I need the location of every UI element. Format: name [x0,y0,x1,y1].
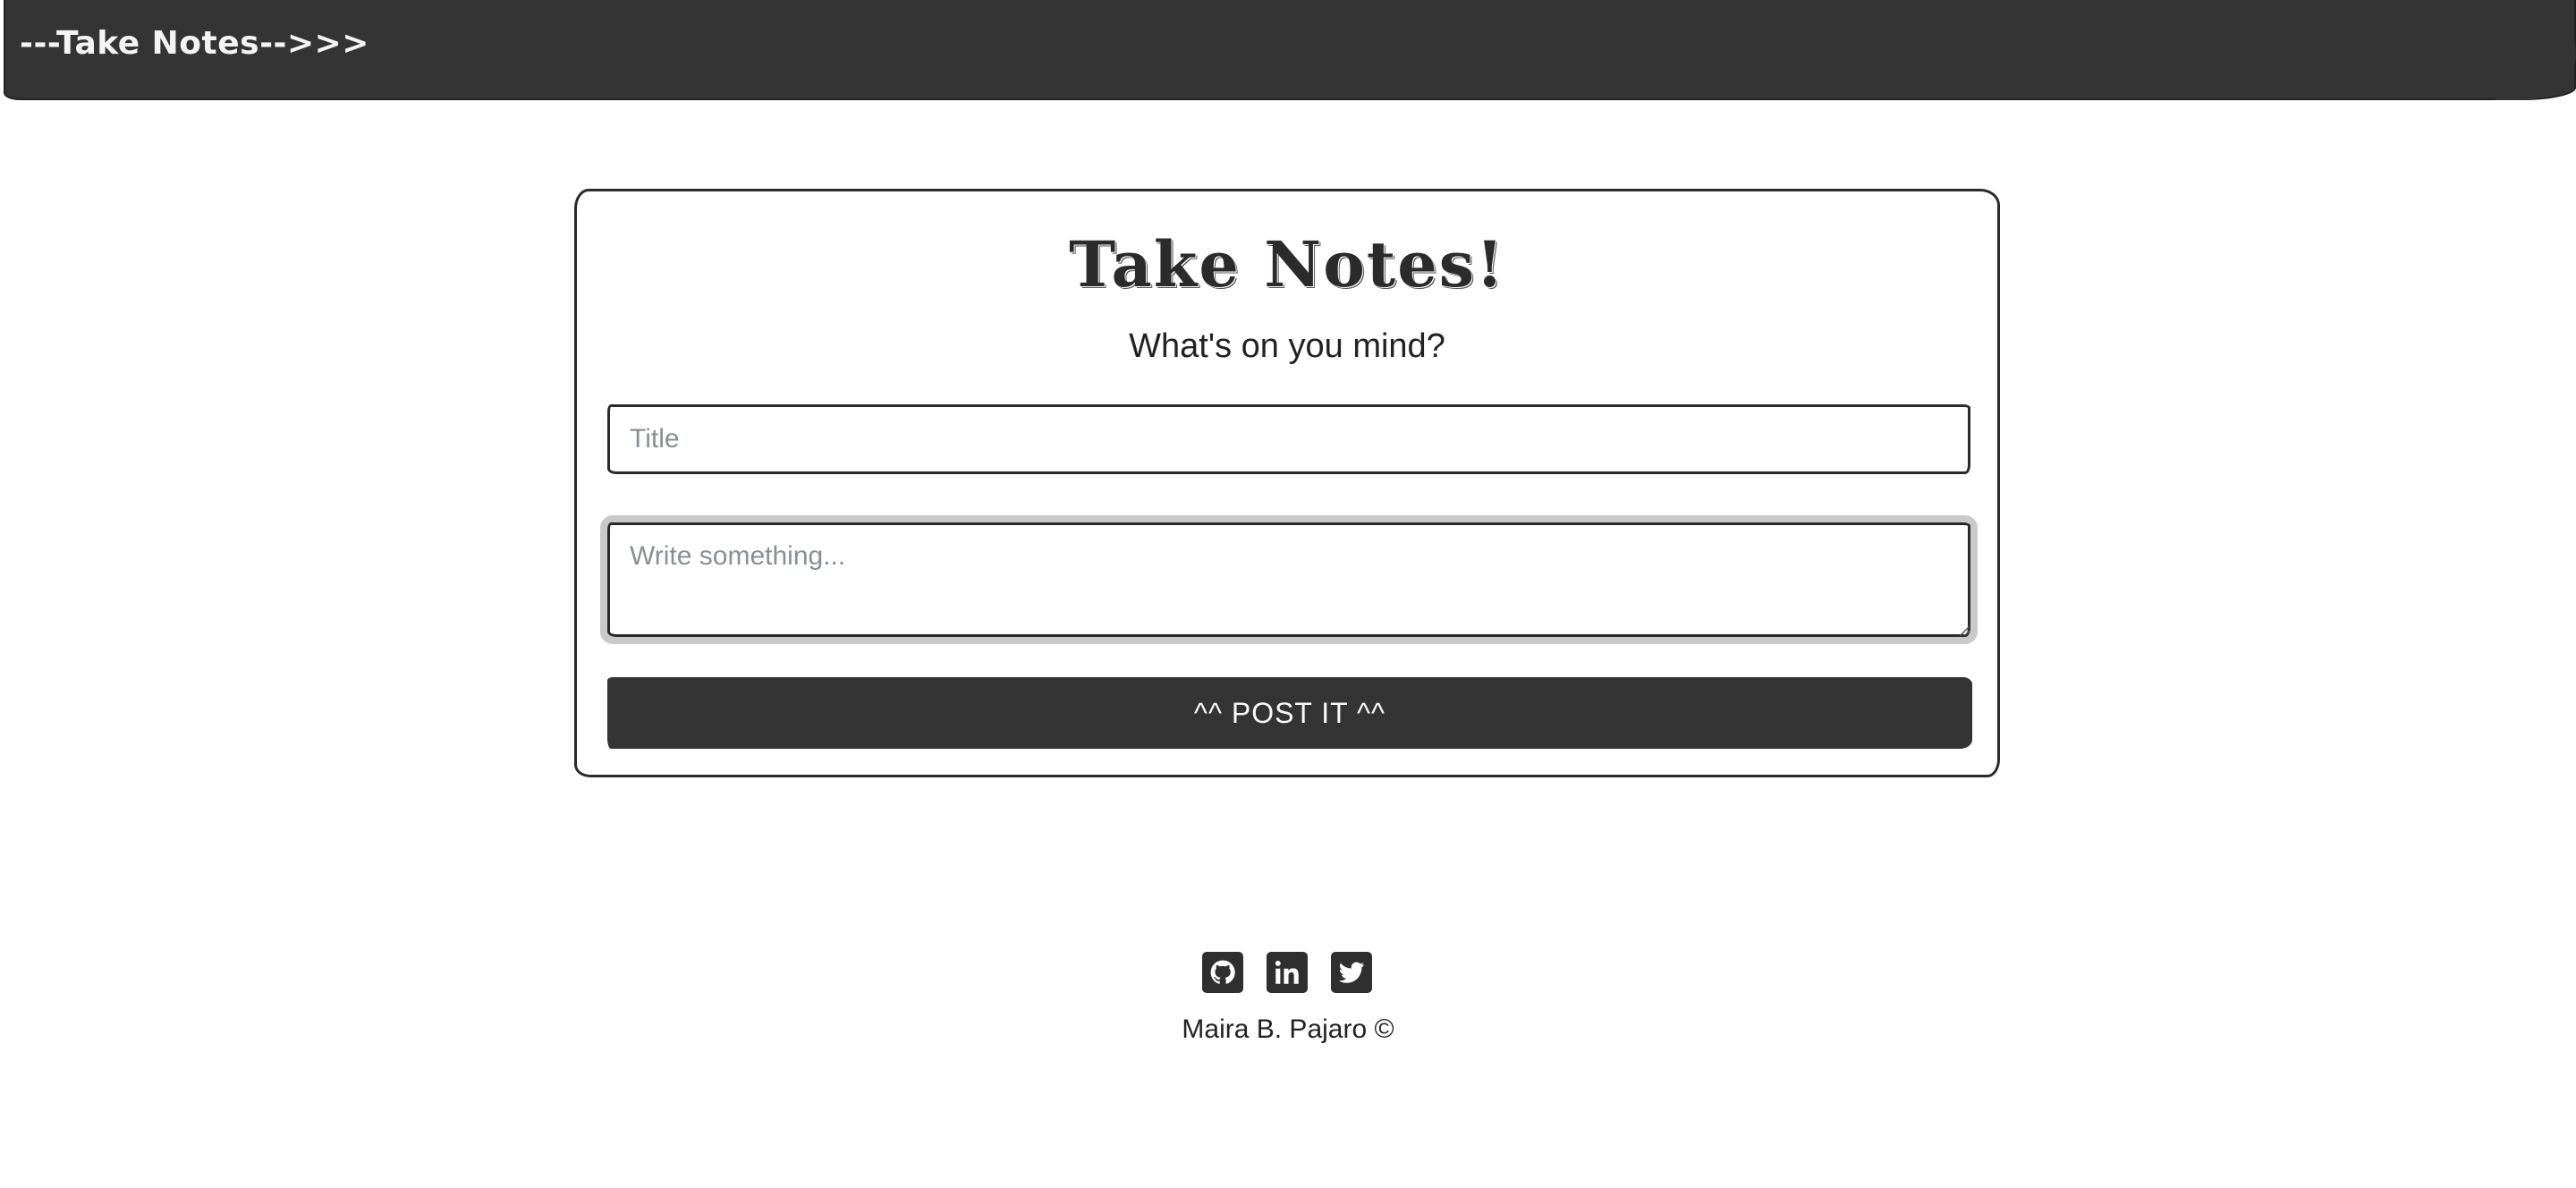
page-title: Take Notes! [1069,227,1505,301]
post-button[interactable]: ^^ POST IT ^^ [607,677,1972,749]
content-input-focus-ring [600,515,1978,644]
title-input[interactable] [607,404,1970,474]
content-textarea[interactable] [607,522,1970,637]
note-form-card: Take Notes! What's on you mind? ^^ POST … [574,189,2000,777]
social-links [1202,952,1372,993]
github-icon [1210,960,1235,984]
twitter-link[interactable] [1331,952,1372,993]
page-subtitle: What's on you mind? [1129,327,1445,365]
linkedin-icon [1275,960,1299,984]
brand-link[interactable]: ---Take Notes-->>> [20,25,369,62]
linkedin-link[interactable] [1267,952,1308,993]
twitter-icon [1338,962,1365,983]
github-link[interactable] [1202,952,1243,993]
navbar: ---Take Notes-->>> [4,0,2576,100]
resize-grip-icon[interactable] [1956,623,1970,637]
footer-copyright: Maira B. Pajaro © [1182,1014,1394,1044]
